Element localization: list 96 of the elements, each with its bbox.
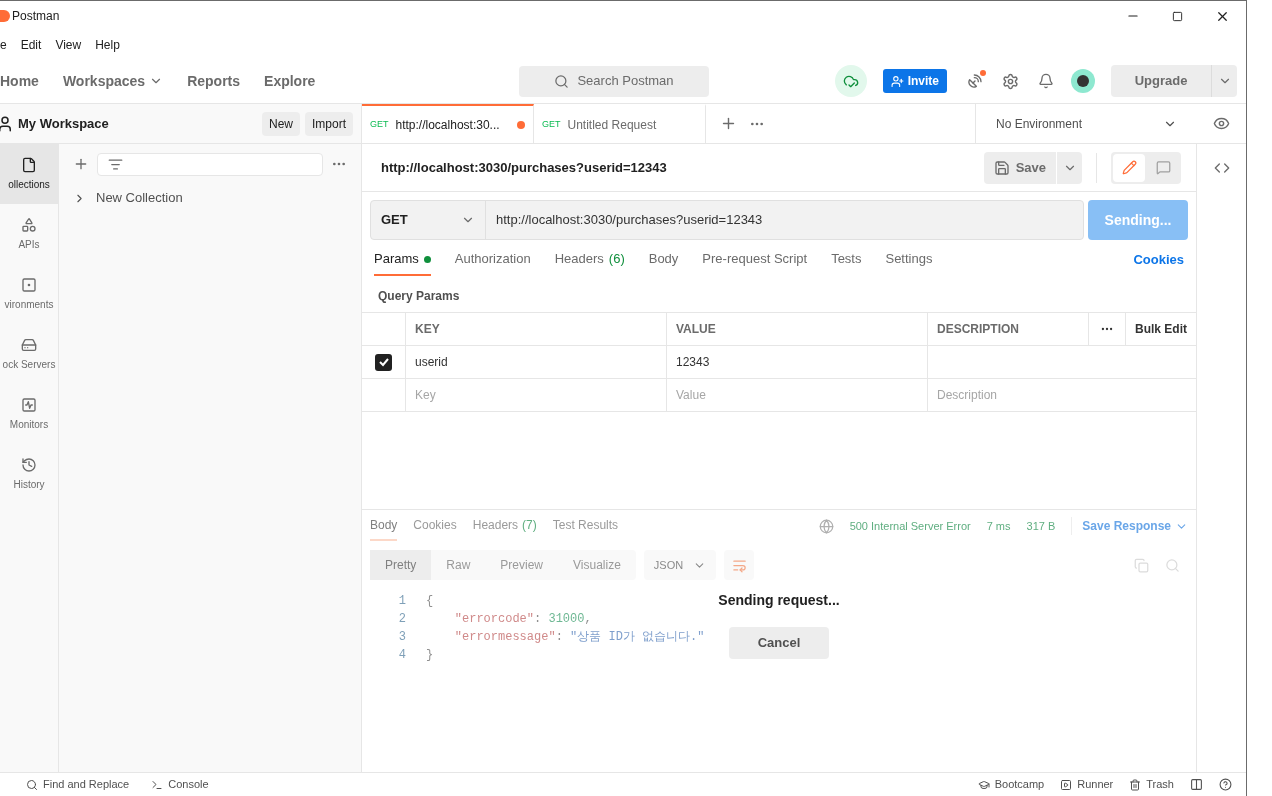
response-size: 317 B [1026, 518, 1056, 534]
column-header: VALUE [667, 313, 928, 345]
status-bar-button[interactable]: Runner [1060, 776, 1114, 793]
search-icon [26, 778, 38, 791]
settings-icon[interactable] [1002, 72, 1019, 90]
line-number: 4 [397, 647, 406, 664]
app-logo-icon [0, 10, 10, 22]
sidebar-item[interactable]: vironments [0, 264, 58, 324]
two-pane-icon[interactable] [1190, 778, 1203, 791]
column-header: DESCRIPTION [928, 313, 1089, 345]
status-bar-button[interactable]: Console [151, 776, 209, 793]
collection-item[interactable]: New Collection [59, 184, 361, 212]
history-icon [21, 456, 37, 473]
request-option-tab[interactable]: Settings [885, 244, 933, 276]
monitor-icon [21, 396, 37, 413]
menu-item[interactable]: Help [95, 36, 120, 54]
sidebar-item[interactable]: APIs [0, 204, 58, 264]
globe-icon [818, 518, 834, 534]
line-number: 3 [397, 629, 406, 646]
help-icon[interactable] [1219, 778, 1232, 791]
code-line: { [426, 593, 434, 610]
user-plus-icon [890, 74, 904, 88]
satellite-icon[interactable] [967, 73, 983, 89]
response-tab[interactable]: Cookies [413, 511, 457, 541]
menu-item[interactable]: e [0, 36, 7, 54]
sidebar-item[interactable]: ock Servers [0, 324, 58, 384]
response-tab[interactable]: Body [370, 511, 398, 541]
request-option-tab[interactable]: Tests [831, 244, 862, 276]
invite-button[interactable]: Invite [882, 69, 947, 93]
request-option-tab[interactable]: Params [374, 244, 431, 276]
response-tab[interactable]: Headers (7) [472, 511, 537, 541]
workspace-button[interactable]: Import [305, 111, 353, 136]
edit-icon[interactable] [1113, 153, 1145, 182]
nav-link[interactable]: Home [0, 70, 39, 92]
status-bar-button[interactable]: Trash [1129, 776, 1174, 793]
cancel-button[interactable]: Cancel [729, 627, 829, 659]
table-cell[interactable]: 12343 [667, 346, 928, 378]
filter-field[interactable] [97, 152, 323, 176]
menu-item[interactable]: Edit [20, 36, 42, 54]
line-number: 2 [397, 611, 406, 628]
request-option-tab[interactable]: Body [648, 244, 679, 276]
request-option-tab[interactable]: Headers (6) [554, 244, 625, 276]
table-cell[interactable]: userid [406, 346, 667, 378]
line-number: 1 [397, 593, 406, 610]
menu-item[interactable]: View [55, 36, 82, 54]
response-time: 7 ms [986, 518, 1011, 534]
trash-icon [1129, 778, 1142, 791]
code-line: } [426, 647, 434, 664]
cloud-sync-icon[interactable] [834, 65, 867, 97]
request-title: http://localhost:3030/purchases?userid=12343 [381, 158, 667, 177]
upgrade-button[interactable]: Upgrade [1111, 65, 1237, 97]
nav-link[interactable]: Reports [187, 70, 241, 92]
avatar-icon[interactable] [1071, 69, 1095, 93]
sidebar-item[interactable]: ollections [0, 144, 58, 204]
graduation-cap-icon [977, 778, 990, 791]
console-icon [151, 778, 164, 791]
request-tab[interactable]: GET Untitled Request [534, 104, 706, 143]
code-line: "errormessage": "상품 ID가 없습니다." [453, 629, 705, 646]
checkmark-icon [377, 356, 390, 368]
checkbox[interactable] [375, 353, 392, 371]
nav-link[interactable]: Explore [264, 70, 316, 92]
status-bar-button[interactable]: Find and Replace [26, 776, 130, 793]
format-select[interactable]: JSON [643, 550, 717, 580]
bulk-edit-button[interactable]: Bulk Edit [1126, 313, 1196, 345]
workspace-button[interactable]: New [261, 111, 300, 136]
request-option-tab[interactable]: Pre-request Script [702, 244, 808, 276]
response-tab[interactable]: Test Results [552, 511, 619, 541]
maximize-icon[interactable] [1172, 10, 1183, 22]
code-icon[interactable] [1213, 160, 1230, 176]
sidebar-item[interactable]: History [0, 444, 58, 504]
section-title: Query Params [377, 288, 461, 305]
code-line: "errorcode": 31000, [453, 611, 592, 628]
view-tab[interactable]: Pretty [370, 550, 432, 580]
workspace-name: My Workspace [18, 114, 109, 133]
save-button[interactable]: Save [983, 151, 1082, 184]
new-tab-icon[interactable] [720, 115, 737, 132]
environment-select[interactable]: No Environment [975, 104, 1197, 143]
file-icon [21, 156, 37, 173]
server-icon [21, 336, 37, 353]
nav-link[interactable]: Workspaces [62, 70, 146, 92]
sidebar-item[interactable]: Monitors [0, 384, 58, 444]
bell-icon[interactable] [1038, 73, 1054, 89]
cookies-link[interactable]: Cookies [1133, 250, 1184, 270]
search-field[interactable]: Search Postman [519, 65, 709, 97]
window-title: Postman [12, 8, 60, 25]
search-icon [554, 73, 570, 89]
shapes-icon [21, 216, 37, 233]
user-icon [0, 114, 14, 133]
status-bar-button[interactable]: Bootcamp [977, 776, 1045, 793]
response-status: 500 Internal Server Error [849, 518, 971, 534]
filter-icon [108, 156, 123, 172]
column-header: KEY [406, 313, 667, 345]
request-option-tab[interactable]: Authorization [454, 244, 531, 276]
request-tab[interactable]: GET http://localhost:30... [362, 104, 534, 143]
add-icon[interactable] [73, 156, 89, 172]
play-icon [1060, 778, 1073, 791]
